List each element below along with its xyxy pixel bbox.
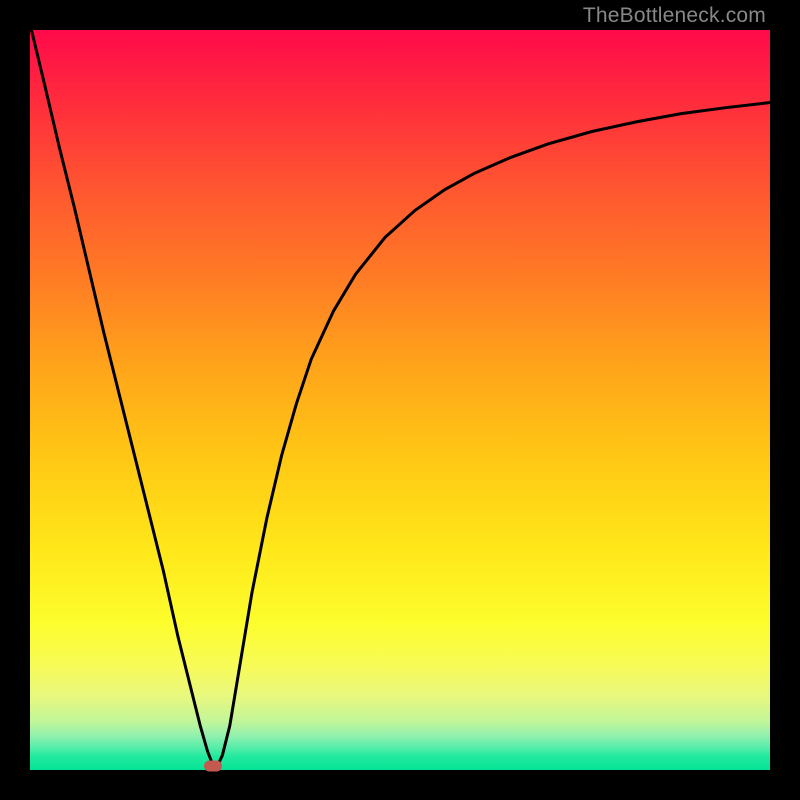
watermark-text: TheBottleneck.com <box>583 4 766 28</box>
data-marker <box>204 760 222 771</box>
plot-background <box>30 30 770 770</box>
chart-container: TheBottleneck.com <box>0 0 800 800</box>
